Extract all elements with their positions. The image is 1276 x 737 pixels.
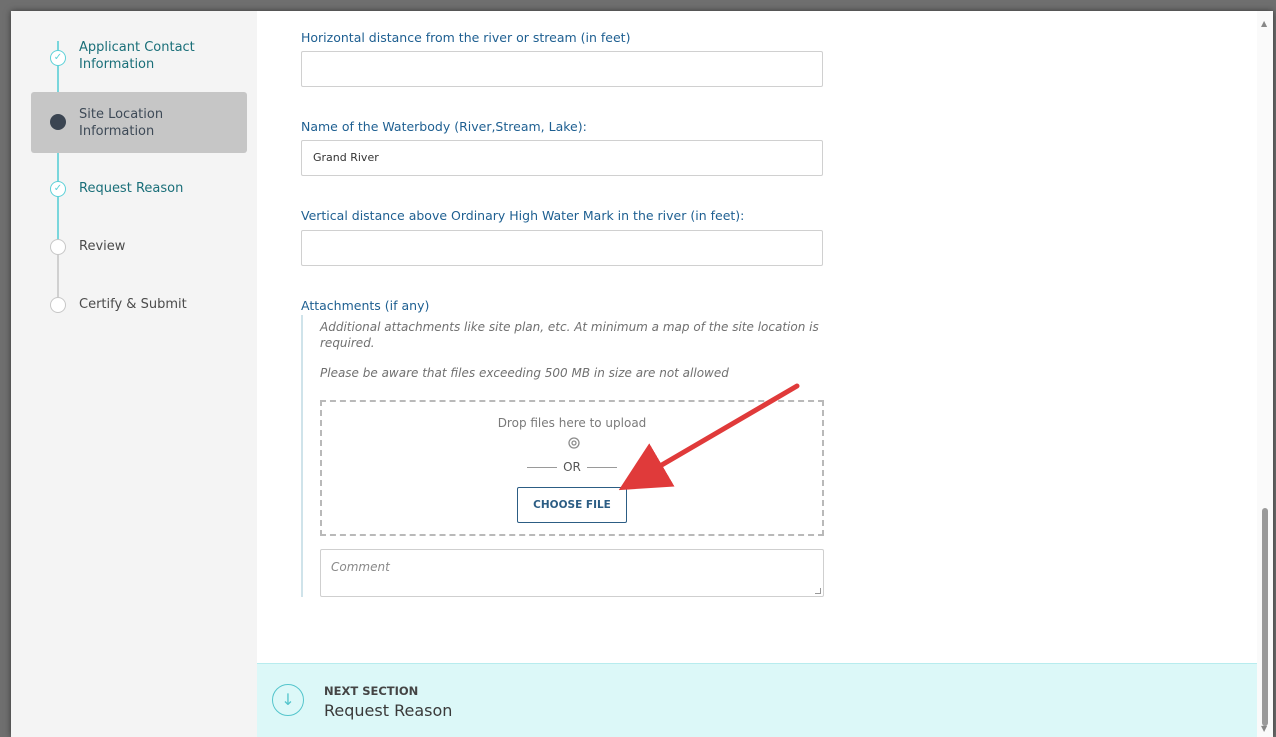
check-icon: ✓ [50,50,66,66]
scrollbar-thumb[interactable] [1262,508,1268,726]
step-label: Request Reason [79,181,184,196]
browser-window: ✓ Applicant Contact Information Site Loc… [11,11,1273,737]
divider-line [527,467,558,468]
step-label: Site Location Information [79,107,164,139]
attachments-label: Attachments (if any) [301,298,430,313]
vertical-distance-label: Vertical distance above Ordinary High Wa… [301,208,745,223]
form-main: Horizontal distance from the river or st… [257,11,1257,737]
step-request-reason[interactable]: ✓ Request Reason [31,179,247,203]
pending-step-dot [50,239,66,255]
pending-step-dot [50,297,66,313]
step-review[interactable]: Review [31,237,247,261]
dropzone-text: Drop files here to upload [497,416,647,430]
step-certify-submit[interactable]: Certify & Submit [31,295,247,319]
vertical-scrollbar[interactable]: ▲ ▼ [1257,11,1273,737]
choose-file-button[interactable]: CHOOSE FILE [517,487,627,523]
step-label: Certify & Submit [79,297,187,312]
current-step-dot [50,114,66,130]
step-applicant-contact[interactable]: ✓ Applicant Contact Information [31,39,247,79]
stepper-sidebar: ✓ Applicant Contact Information Site Loc… [11,11,257,737]
horizontal-distance-label: Horizontal distance from the river or st… [301,30,631,45]
resize-handle[interactable] [815,588,821,594]
attachments-hint: Additional attachments like site plan, e… [320,320,819,350]
check-icon: ✓ [50,181,66,197]
or-divider: OR [322,460,822,474]
attachments-section: Additional attachments like site plan, e… [301,315,831,597]
waterbody-name-label: Name of the Waterbody (River,Stream, Lak… [301,119,587,134]
paperclip-icon [567,436,581,450]
vertical-distance-input[interactable] [301,230,823,266]
file-dropzone[interactable]: Drop files here to upload OR CHOOSE FILE [320,400,824,536]
horizontal-distance-input[interactable] [301,51,823,87]
arrow-down-icon[interactable]: ↓ [272,684,304,716]
step-label: Applicant Contact Information [79,40,195,72]
next-section-title: Request Reason [324,701,453,720]
divider-line [586,467,617,468]
step-label: Review [79,239,126,254]
next-section-bar[interactable]: ↓ NEXT SECTION Request Reason [257,663,1257,737]
comment-placeholder: Comment [331,560,390,574]
scroll-up-icon[interactable]: ▲ [1261,19,1267,28]
or-text: OR [563,460,581,474]
file-size-hint: Please be aware that files exceeding 500… [320,366,729,380]
waterbody-name-input[interactable]: Grand River [301,140,823,176]
step-site-location[interactable]: Site Location Information [31,92,247,153]
next-section-kicker: NEXT SECTION [324,684,419,698]
scroll-down-icon[interactable]: ▼ [1261,724,1267,733]
comment-textarea[interactable]: Comment [320,549,824,597]
